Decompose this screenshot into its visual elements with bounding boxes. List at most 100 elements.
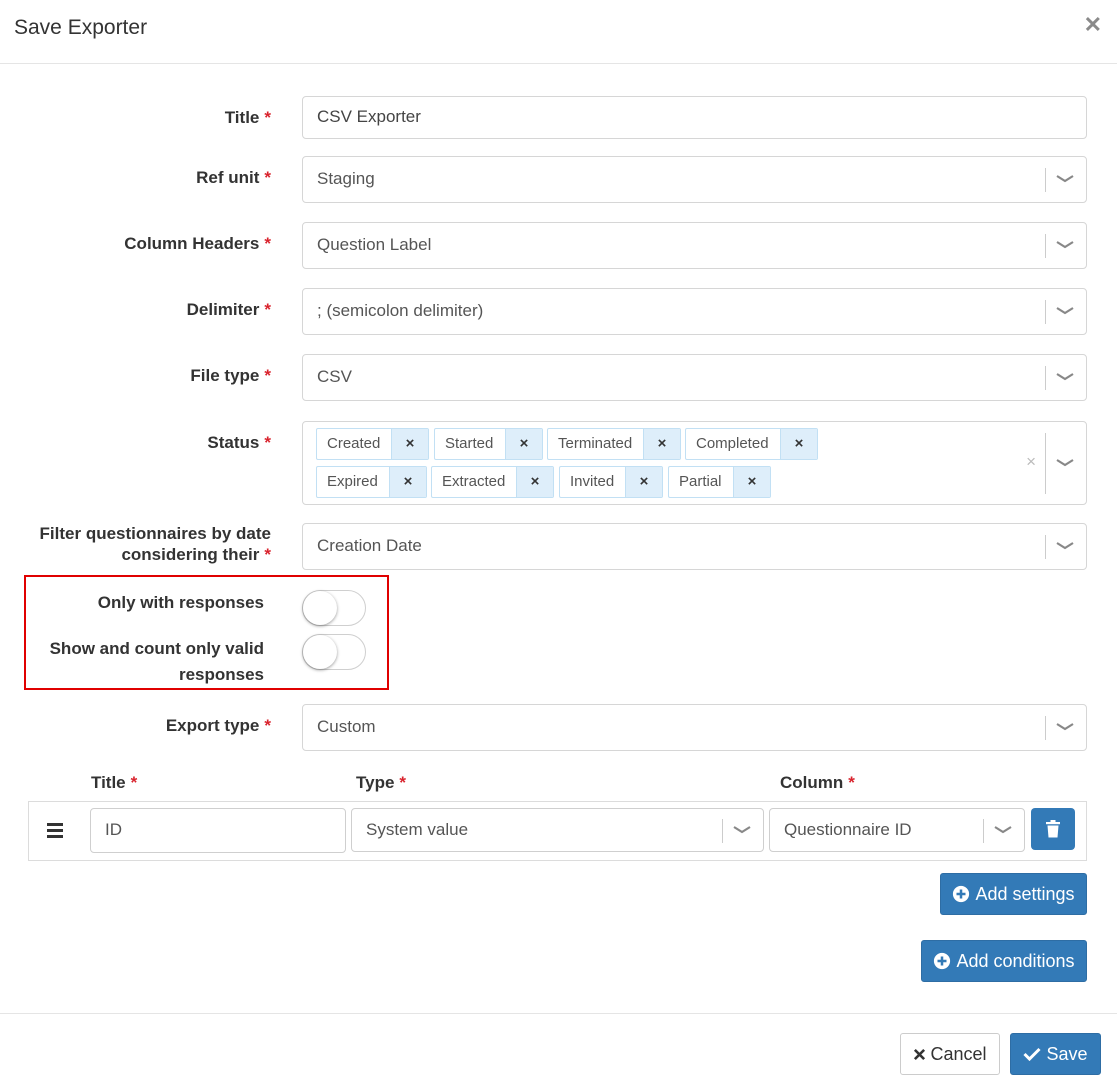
status-tag: Created × (316, 428, 429, 460)
select-separator (1045, 366, 1046, 390)
clear-all-icon[interactable]: × (1026, 452, 1036, 472)
add-conditions-button[interactable]: Add conditions (921, 940, 1087, 982)
status-tag: Partial × (668, 466, 771, 498)
chevron-down-icon[interactable] (993, 820, 1013, 840)
status-tag-label: Partial (679, 473, 722, 490)
select-separator (1045, 168, 1046, 192)
status-row: Status * Created × Started × Terminated ×… (0, 421, 1117, 505)
select-separator (722, 819, 723, 843)
custom-type-select[interactable]: System value (351, 808, 764, 852)
delimiter-row: Delimiter * ; (semicolon delimiter) (0, 288, 1117, 335)
title-input[interactable]: CSV Exporter (302, 96, 1087, 139)
remove-tag-icon[interactable]: × (780, 429, 817, 459)
column-headers-label: Column Headers * (124, 234, 271, 253)
column-type-header: Type * (356, 773, 407, 792)
valid-responses-label: Show and count only valid responses (49, 639, 264, 684)
add-settings-label: Add settings (975, 883, 1075, 904)
modal-footer: Cancel Save (0, 1013, 1117, 1086)
toggle-knob (303, 635, 337, 669)
column-headers-select[interactable]: Question Label (302, 222, 1087, 269)
status-tag: Terminated × (547, 428, 681, 460)
file-type-row: File type * CSV (0, 354, 1117, 401)
title-label: Title * (224, 108, 271, 127)
delimiter-select[interactable]: ; (semicolon delimiter) (302, 288, 1087, 335)
ref-unit-row: Ref unit * Staging (0, 156, 1117, 203)
column-title-header: Title * (91, 773, 138, 792)
status-tag: Invited × (559, 466, 663, 498)
close-icon[interactable]: ✕ (1084, 14, 1102, 36)
save-label: Save (1046, 1043, 1088, 1064)
check-icon (1023, 1047, 1042, 1061)
status-tag-label: Completed (696, 435, 769, 452)
custom-column-select[interactable]: Questionnaire ID (769, 808, 1025, 852)
only-with-responses-label: Only with responses (97, 593, 264, 612)
status-label: Status * (207, 433, 271, 452)
only-with-responses-toggle[interactable] (302, 590, 366, 626)
custom-type-value: System value (366, 820, 469, 839)
export-type-label: Export type * (165, 716, 271, 735)
custom-column-value: Questionnaire ID (784, 820, 912, 839)
file-type-value: CSV (317, 367, 352, 386)
status-tag-label: Terminated (558, 435, 633, 452)
chevron-down-icon[interactable] (1055, 536, 1075, 556)
chevron-down-icon[interactable] (1055, 453, 1075, 473)
select-separator (1045, 716, 1046, 740)
remove-tag-icon[interactable]: × (733, 467, 770, 497)
status-tag-label: Extracted (442, 473, 506, 490)
status-tag-label: Created (327, 435, 381, 452)
status-tag-label: Started (445, 435, 494, 452)
drag-handle-icon[interactable] (47, 823, 63, 838)
status-multiselect[interactable]: Created × Started × Terminated × Complet… (302, 421, 1087, 505)
remove-tag-icon[interactable]: × (391, 429, 428, 459)
delimiter-label: Delimiter * (186, 300, 271, 319)
status-tag-label: Invited (570, 473, 615, 490)
column-headers-row: Column Headers * Question Label (0, 222, 1117, 269)
file-type-label: File type * (190, 366, 271, 385)
filter-date-label: Filter questionnaires by date considerin… (39, 524, 271, 564)
chevron-down-icon[interactable] (1055, 717, 1075, 737)
filter-date-value: Creation Date (317, 536, 422, 555)
plus-circle-icon (934, 952, 951, 970)
chevron-down-icon[interactable] (1055, 235, 1075, 255)
export-type-row: Export type * Custom (0, 704, 1117, 751)
file-type-select[interactable]: CSV (302, 354, 1087, 401)
select-separator (1045, 535, 1046, 559)
chevron-down-icon[interactable] (1055, 367, 1075, 387)
remove-tag-icon[interactable]: × (505, 429, 542, 459)
ref-unit-select[interactable]: Staging (302, 156, 1087, 203)
cancel-button[interactable]: Cancel (900, 1033, 1000, 1075)
valid-responses-toggle[interactable] (302, 634, 366, 670)
select-separator (983, 819, 984, 843)
column-column-header: Column * (780, 773, 855, 792)
custom-column-row: ID System value Questionnaire ID (28, 801, 1087, 861)
ref-unit-label: Ref unit * (196, 168, 271, 187)
plus-circle-icon (953, 885, 970, 903)
title-row: Title * CSV Exporter (0, 96, 1117, 143)
title-input-value: CSV Exporter (317, 107, 421, 126)
status-tag: Extracted × (431, 466, 554, 498)
status-tag: Completed × (685, 428, 818, 460)
trash-icon (1046, 820, 1060, 838)
remove-tag-icon[interactable]: × (625, 467, 662, 497)
chevron-down-icon[interactable] (732, 820, 752, 840)
modal-title: Save Exporter (14, 16, 148, 39)
status-tag: Expired × (316, 466, 427, 498)
remove-tag-icon[interactable]: × (643, 429, 680, 459)
custom-title-input[interactable]: ID (90, 808, 346, 853)
modal-header: Save Exporter ✕ (0, 0, 1117, 64)
remove-tag-icon[interactable]: × (389, 467, 426, 497)
filter-date-row: Filter questionnaires by date considerin… (0, 523, 1117, 570)
add-settings-button[interactable]: Add settings (940, 873, 1087, 915)
delete-row-button[interactable] (1031, 808, 1075, 850)
chevron-down-icon[interactable] (1055, 301, 1075, 321)
column-headers-value: Question Label (317, 235, 432, 254)
save-button[interactable]: Save (1010, 1033, 1101, 1075)
remove-tag-icon[interactable]: × (516, 467, 553, 497)
custom-title-value: ID (105, 820, 122, 839)
export-type-select[interactable]: Custom (302, 704, 1087, 751)
chevron-down-icon[interactable] (1055, 169, 1075, 189)
export-type-value: Custom (317, 717, 376, 736)
times-icon (914, 1048, 926, 1060)
filter-date-select[interactable]: Creation Date (302, 523, 1087, 570)
select-separator (1045, 300, 1046, 324)
